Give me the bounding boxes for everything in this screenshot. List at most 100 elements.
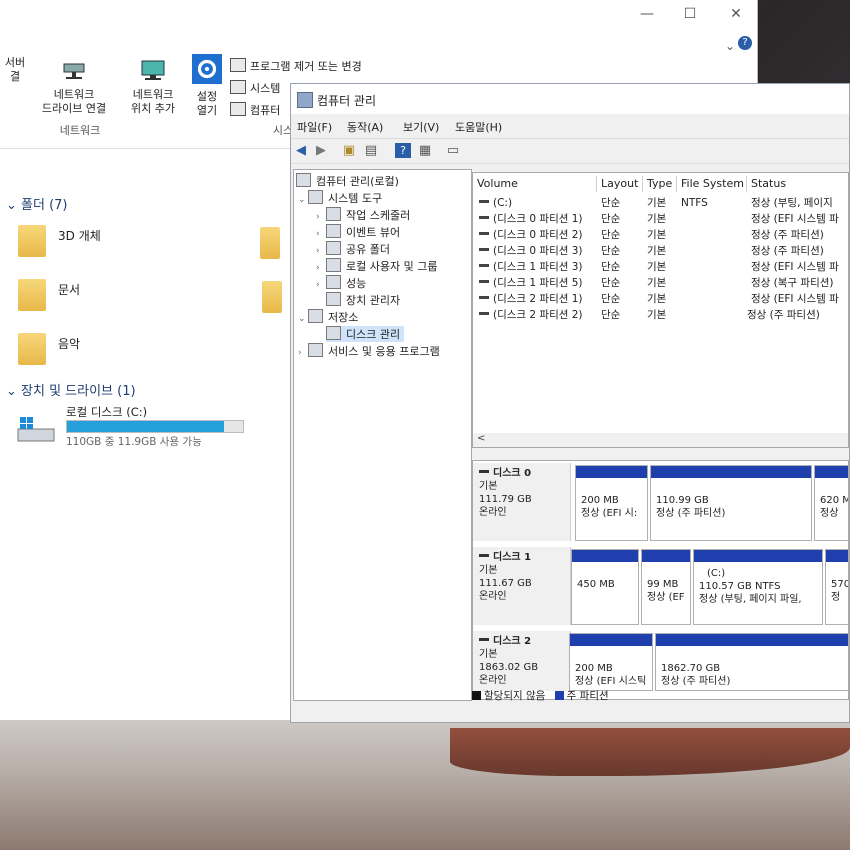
- volume-cell: (디스크 1 파티션 3): [479, 259, 583, 275]
- menu-file[interactable]: 파일(F): [297, 119, 332, 135]
- devices-header[interactable]: ⌄ 장치 및 드라이브 (1): [6, 380, 136, 399]
- partition-block[interactable]: (C:) 110.57 GB NTFS 정상 (부팅, 페이지 파일,: [693, 549, 823, 625]
- tree-local-users-label: 로컬 사용자 및 그룹: [346, 260, 438, 273]
- tree-item-storage[interactable]: ⌄ 저장소: [298, 309, 358, 325]
- tree-item-task-scheduler[interactable]: › 작업 스케줄러: [316, 207, 410, 223]
- status-cell: 정상 (EFI 시스템 파: [751, 293, 839, 305]
- folder-3d-icon[interactable]: [18, 225, 46, 257]
- partition-status: 정상 (EFI 시스틱: [575, 676, 647, 687]
- console-icon[interactable]: ▭: [445, 143, 461, 158]
- tree-item-root[interactable]: 컴퓨터 관리(로컬): [296, 173, 399, 189]
- horizontal-scrollbar[interactable]: <: [473, 433, 848, 447]
- folder-partial-icon[interactable]: [260, 227, 280, 259]
- add-network-location-button[interactable]: 네트워크 위치 추가: [120, 58, 186, 116]
- disk-info[interactable]: 디스크 0 기본 111.79 GB 온라인: [473, 463, 571, 541]
- folder-music-icon[interactable]: [18, 333, 46, 365]
- layout-cell: 단순: [601, 309, 621, 321]
- tree-item-disk-management[interactable]: 디스크 관리: [326, 326, 405, 342]
- up-folder-icon[interactable]: ▣: [341, 143, 357, 158]
- chevron-down-icon[interactable]: ⌄: [720, 36, 740, 56]
- partition-text: 200 MB 정상 (EFI 시스틱: [575, 662, 646, 688]
- properties-icon[interactable]: ▦: [417, 143, 433, 158]
- minimize-icon[interactable]: —: [637, 4, 657, 24]
- chevron-right-icon: ›: [316, 212, 320, 222]
- drive-name[interactable]: 로컬 디스크 (C:): [66, 404, 147, 420]
- help-icon[interactable]: ?: [738, 36, 752, 50]
- disk-management-pane: Volume Layout Type File System Status (C…: [472, 172, 849, 702]
- cm-titlebar[interactable]: 컴퓨터 관리: [291, 84, 849, 114]
- tree-item-shared-folders[interactable]: › 공유 폴더: [316, 241, 390, 257]
- tree-item-local-users[interactable]: › 로컬 사용자 및 그룹: [316, 258, 437, 274]
- disk-icon: [479, 554, 489, 557]
- network-drive-label: 네트워크: [53, 88, 95, 101]
- partition-block[interactable]: 570 정: [825, 549, 848, 625]
- shared-folder-icon: [326, 241, 341, 255]
- folder-music-label[interactable]: 음악: [58, 335, 80, 352]
- close-icon[interactable]: ✕: [726, 4, 746, 24]
- tree-item-event-viewer[interactable]: › 이벤트 뷰어: [316, 224, 400, 240]
- cm-menubar: 파일(F) 동작(A) 보기(V) 도움말(H): [291, 116, 849, 136]
- help-icon[interactable]: ?: [395, 143, 411, 158]
- scroll-left-icon[interactable]: <: [477, 433, 485, 444]
- partition-bar: [576, 466, 647, 478]
- partition-block[interactable]: 200 MB 정상 (EFI 시:: [575, 465, 648, 541]
- map-network-drive-button[interactable]: 네트워크 드라이브 연결: [36, 58, 112, 116]
- maximize-icon[interactable]: ☐: [680, 4, 700, 24]
- disk-state: 온라인: [479, 507, 507, 518]
- menu-view[interactable]: 보기(V): [403, 119, 439, 135]
- folder-partial-icon-2[interactable]: [262, 281, 282, 313]
- partition-block[interactable]: 110.99 GB 정상 (주 파티션): [650, 465, 812, 541]
- disk-name: 디스크 2: [479, 635, 570, 648]
- partition-text: 450 MB: [577, 578, 615, 591]
- column-header-filesystem[interactable]: File System: [677, 176, 747, 192]
- disk-info[interactable]: 디스크 1 기본 111.67 GB 온라인: [473, 547, 571, 625]
- partition-block[interactable]: 620 M 정상: [814, 465, 848, 541]
- status-cell: 정상 (주 파티션): [751, 245, 824, 257]
- partition-block[interactable]: 450 MB: [571, 549, 639, 625]
- computer-manage-button[interactable]: 컴퓨터: [230, 102, 280, 118]
- explorer-titlebar: — ☐ ✕: [0, 0, 757, 30]
- partition-block[interactable]: 99 MB 정상 (EF: [641, 549, 691, 625]
- chevron-right-icon: ›: [298, 348, 302, 358]
- tree-item-device-manager[interactable]: 장치 관리자: [326, 292, 400, 308]
- disk-info[interactable]: 디스크 2 기본 1863.02 GB 온라인: [473, 631, 571, 691]
- show-hide-tree-icon[interactable]: ▤: [363, 143, 379, 158]
- tree-item-services[interactable]: › 서비스 및 응용 프로그램: [298, 343, 440, 359]
- partition-block[interactable]: 1862.70 GB 정상 (주 파티션): [655, 633, 848, 691]
- folder-documents-label[interactable]: 문서: [58, 281, 80, 298]
- partition-status: 정: [831, 592, 841, 603]
- tree-item-system-tools[interactable]: ⌄ 시스템 도구: [298, 190, 382, 206]
- layout-cell: 단순: [601, 293, 621, 305]
- column-header-type[interactable]: Type: [643, 176, 677, 192]
- folders-header[interactable]: ⌄ 폴더 (7): [6, 194, 68, 213]
- disk-graphical-view: 디스크 0 기본 111.79 GB 온라인 200 MB 정상 (EFI 시: …: [472, 460, 849, 700]
- uninstall-program-button[interactable]: 프로그램 제거 또는 변경: [230, 58, 362, 74]
- drive-icon[interactable]: [16, 415, 56, 445]
- drive-usage-fill: [67, 421, 224, 432]
- event-viewer-icon: [326, 224, 341, 238]
- disk-kind: 기본: [479, 565, 498, 576]
- menu-help[interactable]: 도움말(H): [455, 119, 502, 135]
- column-header-volume[interactable]: Volume: [473, 176, 597, 192]
- drive-usage-bar: [66, 420, 244, 433]
- partition-status: 정상 (EF: [647, 592, 685, 603]
- folder-3d-label[interactable]: 3D 개체: [58, 227, 101, 244]
- layout-cell: 단순: [601, 229, 621, 241]
- volume-cell: (디스크 1 파티션 5): [479, 275, 583, 291]
- server-button[interactable]: 서버 결: [0, 56, 30, 84]
- forward-arrow-icon[interactable]: ▶: [313, 143, 329, 158]
- tree-item-performance[interactable]: › 성능: [316, 275, 366, 291]
- partition-block[interactable]: 200 MB 정상 (EFI 시스틱: [569, 633, 653, 691]
- open-settings-button[interactable]: 설정 열기: [190, 54, 224, 118]
- computer-management-icon: [297, 92, 313, 108]
- cm-title: 컴퓨터 관리: [317, 94, 377, 108]
- network-location-label: 네트워크: [132, 88, 174, 101]
- menu-action[interactable]: 동작(A): [347, 119, 383, 135]
- folder-documents-icon[interactable]: [18, 279, 46, 311]
- column-header-status[interactable]: Status: [747, 176, 848, 192]
- type-cell: 기본: [647, 245, 667, 257]
- column-header-layout[interactable]: Layout: [597, 176, 643, 192]
- chevron-right-icon: ›: [316, 246, 320, 256]
- back-arrow-icon[interactable]: ◀: [293, 143, 309, 158]
- system-properties-button[interactable]: 시스템: [230, 80, 280, 96]
